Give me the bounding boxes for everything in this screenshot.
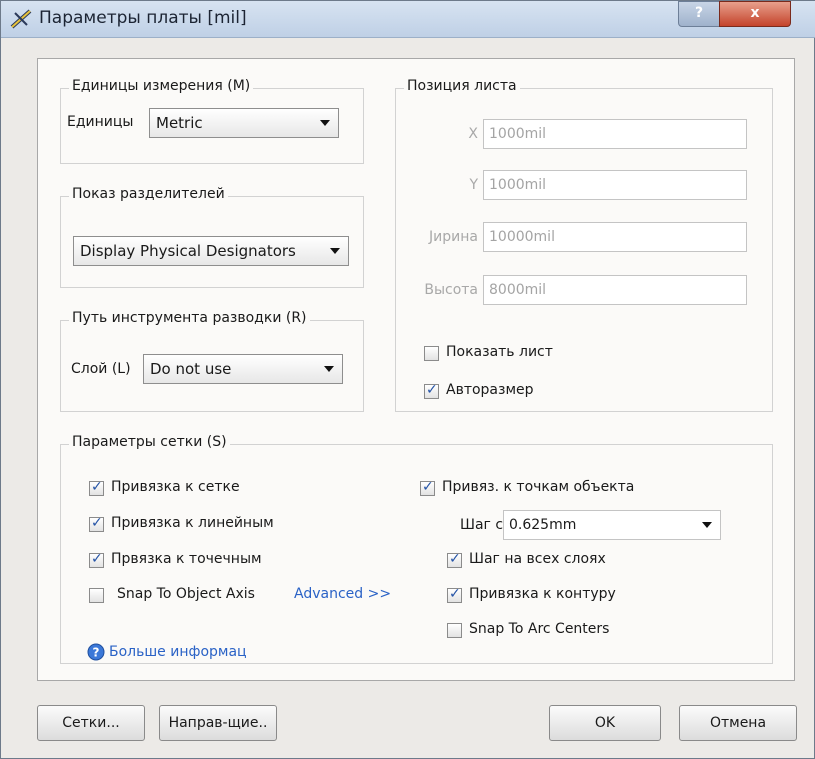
grid-options-group-label: Параметры сетки (S) bbox=[69, 434, 230, 450]
board-outline-label: Привязка к контуру bbox=[469, 586, 616, 602]
grid-options-group: Параметры сетки (S) Привязка к сетке При… bbox=[60, 434, 773, 664]
sheet-position-group-label: Позиция листа bbox=[404, 78, 520, 94]
snap-point-checkbox[interactable] bbox=[89, 551, 104, 568]
snap-linear-checkbox[interactable] bbox=[89, 515, 104, 532]
advanced-link[interactable]: Advanced >> bbox=[294, 586, 391, 602]
units-group-label: Единицы измерения (M) bbox=[69, 78, 254, 94]
snap-distance-combo[interactable]: 0.625mm bbox=[503, 510, 721, 540]
chevron-down-icon bbox=[330, 248, 340, 254]
snap-grid-checkbox[interactable] bbox=[89, 479, 104, 496]
layer-select-value: Do not use bbox=[150, 360, 232, 378]
options-panel: Единицы измерения (M) Единицы Metric Пок… bbox=[37, 58, 795, 681]
arc-centers-label: Snap To Arc Centers bbox=[469, 621, 610, 637]
close-button[interactable]: x bbox=[719, 1, 791, 27]
board-outline-checkbox[interactable] bbox=[447, 586, 462, 603]
units-group: Единицы измерения (M) Единицы Metric bbox=[60, 78, 364, 164]
all-layers-label: Шаг на всех слоях bbox=[469, 551, 606, 567]
layer-select[interactable]: Do not use bbox=[143, 354, 343, 384]
units-field-label: Единицы bbox=[67, 114, 134, 130]
designators-group-label: Показ разделителей bbox=[69, 186, 228, 202]
ok-button[interactable]: OK bbox=[549, 705, 661, 741]
snap-axis-label: Snap To Object Axis bbox=[117, 586, 255, 602]
snap-point-label: Првязка к точечным bbox=[111, 551, 262, 567]
sheet-height-label: Высота bbox=[424, 282, 478, 298]
chevron-down-icon bbox=[324, 366, 334, 372]
more-info-link[interactable]: Больше информац bbox=[109, 644, 247, 660]
designators-select[interactable]: Display Physical Designators bbox=[73, 236, 349, 266]
layer-field-label: Слой (L) bbox=[71, 361, 131, 377]
chevron-down-icon bbox=[320, 120, 330, 126]
snap-hotspots-checkbox[interactable] bbox=[420, 479, 435, 496]
route-tool-group: Путь инструмента разводки (R) Слой (L) D… bbox=[60, 310, 364, 412]
grids-button[interactable]: Сетки... bbox=[37, 705, 145, 741]
sheet-y-input[interactable]: 1000mil bbox=[483, 170, 747, 200]
sheet-y-label: Y bbox=[469, 177, 478, 193]
snap-grid-label: Привязка к сетке bbox=[111, 479, 240, 495]
board-options-dialog: Параметры платы [mil] ? x Единицы измере… bbox=[0, 0, 815, 759]
sheet-width-input[interactable]: 10000mil bbox=[483, 222, 747, 252]
arc-centers-checkbox[interactable] bbox=[447, 623, 462, 638]
help-icon[interactable]: ? bbox=[87, 643, 105, 661]
units-select[interactable]: Metric bbox=[149, 108, 339, 138]
chevron-down-icon bbox=[702, 522, 712, 528]
units-select-value: Metric bbox=[156, 114, 203, 132]
snap-hotspots-label: Привяз. к точкам объекта bbox=[442, 479, 635, 495]
guides-button[interactable]: Направ-щие.. bbox=[159, 705, 277, 741]
svg-text:?: ? bbox=[93, 646, 100, 660]
autosize-label: Авторазмер bbox=[446, 382, 534, 398]
route-tool-group-label: Путь инструмента разводки (R) bbox=[69, 310, 310, 326]
autosize-checkbox[interactable] bbox=[424, 382, 439, 399]
show-sheet-checkbox[interactable] bbox=[424, 346, 439, 361]
sheet-width-label: Јирина bbox=[429, 229, 478, 245]
window-title: Параметры платы [mil] bbox=[39, 8, 247, 28]
designators-group: Показ разделителей Display Physical Desi… bbox=[60, 186, 364, 288]
snap-distance-value: 0.625mm bbox=[509, 517, 577, 533]
all-layers-checkbox[interactable] bbox=[447, 551, 462, 568]
designators-select-value: Display Physical Designators bbox=[80, 242, 296, 260]
sheet-x-input[interactable]: 1000mil bbox=[483, 119, 747, 149]
cancel-button[interactable]: Отмена bbox=[679, 705, 797, 741]
snap-linear-label: Привязка к линейным bbox=[111, 515, 274, 531]
sheet-height-input[interactable]: 8000mil bbox=[483, 275, 747, 305]
snap-axis-checkbox[interactable] bbox=[89, 588, 104, 603]
help-button[interactable]: ? bbox=[678, 1, 720, 27]
sheet-x-label: X bbox=[468, 126, 478, 142]
title-bar[interactable]: Параметры платы [mil] ? x bbox=[1, 1, 815, 38]
sheet-position-group: Позиция листа X 1000mil Y 1000mil Јирина… bbox=[395, 78, 773, 412]
app-icon bbox=[10, 9, 32, 29]
show-sheet-label: Показать лист bbox=[446, 344, 553, 360]
